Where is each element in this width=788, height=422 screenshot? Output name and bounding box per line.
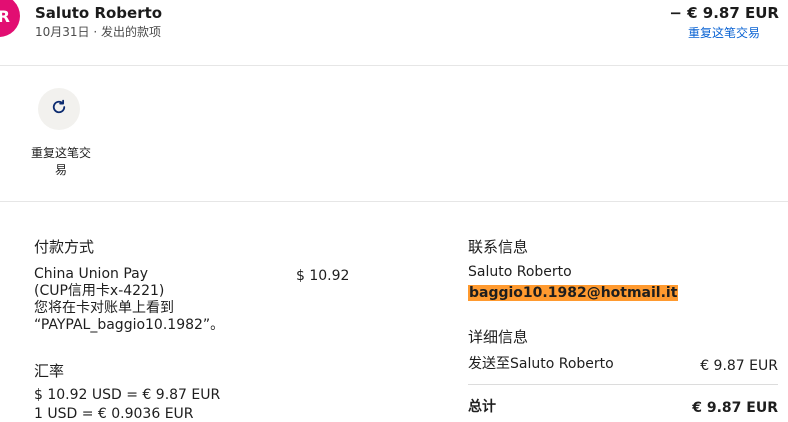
payment-method-line: China Union Pay xyxy=(34,266,149,282)
contact-email[interactable]: baggio10.1982@hotmail.it xyxy=(468,285,679,301)
refresh-icon xyxy=(50,98,68,120)
avatar: R xyxy=(0,0,20,37)
repeat-transaction-button[interactable] xyxy=(38,88,80,130)
statement-note-line: 您将在卡对账单上看到 xyxy=(34,300,174,316)
divider xyxy=(0,201,788,202)
contact-name: Saluto Roberto xyxy=(468,264,572,280)
statement-descriptor-line: “PAYPAL_baggio10.1982”。 xyxy=(34,317,225,333)
exchange-rate-value: 1 USD = € 0.9036 EUR xyxy=(34,406,194,422)
sent-to-amount: € 9.87 EUR xyxy=(700,358,778,374)
payment-method-title: 付款方式 xyxy=(34,238,95,256)
sent-to-label: 发送至Saluto Roberto xyxy=(468,356,614,372)
exchange-conversion: $ 10.92 USD = € 9.87 EUR xyxy=(34,387,221,403)
transaction-amount: − € 9.87 EUR xyxy=(669,4,779,22)
divider xyxy=(468,384,778,385)
payment-amount: $ 10.92 xyxy=(296,268,350,284)
transaction-subtitle: 10月31日 · 发出的款项 xyxy=(35,25,161,39)
repeat-transaction-label[interactable]: 重复这笔交 易 xyxy=(27,145,95,179)
divider xyxy=(0,65,788,66)
payment-card-line: (CUP信用卡x-4221) xyxy=(34,283,165,299)
exchange-rate-title: 汇率 xyxy=(34,362,65,380)
total-label: 总计 xyxy=(468,399,496,415)
contact-info-title: 联系信息 xyxy=(468,238,529,256)
total-amount: € 9.87 EUR xyxy=(692,400,778,416)
payee-name: Saluto Roberto xyxy=(35,4,163,22)
repeat-transaction-link[interactable]: 重复这笔交易 xyxy=(688,24,760,41)
details-title: 详细信息 xyxy=(468,328,529,346)
